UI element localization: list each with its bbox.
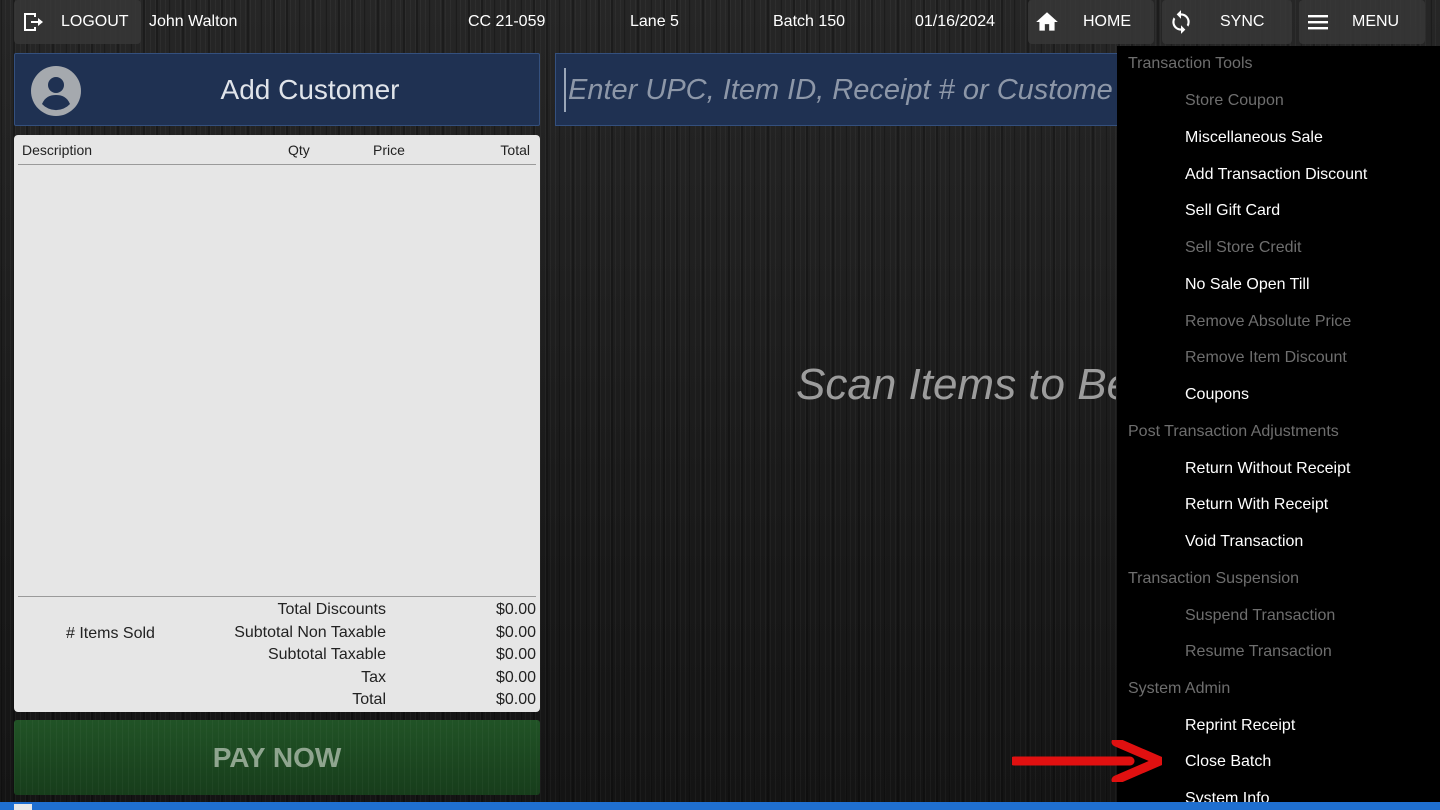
menu-item-store-coupon[interactable]: Store Coupon [1185, 92, 1284, 110]
items-sold-label: # Items Sold [66, 625, 155, 642]
menu-item-remove-item-discount[interactable]: Remove Item Discount [1185, 349, 1347, 367]
menu-dropdown: Transaction Tools Store Coupon Miscellan… [1117, 46, 1440, 810]
sync-icon [1168, 9, 1194, 35]
summary-label: Total [352, 691, 386, 708]
scan-items-message: Scan Items to Begin [796, 360, 1116, 409]
summary-label: Subtotal Non Taxable [234, 624, 386, 641]
menu-section-title: System Admin [1128, 680, 1231, 697]
home-button[interactable]: HOME [1028, 0, 1154, 44]
summary-value: $0.00 [495, 601, 536, 618]
menu-item-remove-absolute-price[interactable]: Remove Absolute Price [1185, 313, 1351, 331]
summary-value: $0.00 [495, 691, 536, 708]
column-qty: Qty [288, 142, 310, 158]
receipt-header: Description Qty Price Total [18, 135, 536, 165]
menu-item-return-with-receipt[interactable]: Return With Receipt [1185, 496, 1328, 514]
column-price: Price [373, 142, 405, 158]
home-icon [1034, 9, 1060, 35]
store-code: CC 21-059 [468, 13, 546, 30]
summary-label: Tax [361, 669, 386, 686]
lane-label: Lane 5 [630, 13, 679, 30]
receipt-panel: Description Qty Price Total # Items Sold… [14, 135, 540, 712]
summary-label: Subtotal Taxable [267, 646, 386, 663]
taskbar [0, 802, 1440, 810]
menu-item-resume-transaction[interactable]: Resume Transaction [1185, 643, 1332, 661]
taskbar-icon[interactable] [14, 804, 32, 810]
summary-label: Total Discounts [277, 601, 387, 618]
logout-label: LOGOUT [61, 13, 129, 30]
hamburger-icon [1306, 10, 1330, 34]
menu-item-void-transaction[interactable]: Void Transaction [1185, 533, 1303, 551]
search-input[interactable] [564, 68, 1113, 112]
avatar-icon [31, 66, 81, 116]
receipt-items-list[interactable] [14, 165, 540, 595]
menu-section-title: Transaction Suspension [1128, 570, 1300, 587]
menu-label: MENU [1352, 13, 1400, 30]
menu-item-sell-store-credit[interactable]: Sell Store Credit [1185, 239, 1302, 257]
menu-item-reprint-receipt[interactable]: Reprint Receipt [1185, 717, 1295, 735]
pay-now-label: PAY NOW [212, 742, 342, 773]
column-total: Total [500, 142, 530, 158]
summary-value: $0.00 [495, 669, 536, 686]
annotation-arrow-icon [1012, 740, 1162, 782]
home-label: HOME [1083, 13, 1131, 30]
summary-value: $0.00 [495, 624, 536, 641]
add-customer-button[interactable]: Add Customer [14, 53, 540, 126]
top-bar: LOGOUT John Walton CC 21-059 Lane 5 Batc… [0, 0, 1440, 46]
sync-button[interactable]: SYNC [1162, 0, 1292, 44]
menu-item-miscellaneous-sale[interactable]: Miscellaneous Sale [1185, 129, 1323, 147]
menu-item-sell-gift-card[interactable]: Sell Gift Card [1185, 202, 1280, 220]
menu-item-add-transaction-discount[interactable]: Add Transaction Discount [1185, 166, 1367, 184]
menu-item-suspend-transaction[interactable]: Suspend Transaction [1185, 607, 1335, 625]
menu-section-title: Post Transaction Adjustments [1128, 423, 1339, 440]
pay-now-button[interactable]: PAY NOW [14, 720, 540, 795]
receipt-summary: # Items Sold Total Discounts $0.00 Subto… [18, 596, 536, 713]
summary-value: $0.00 [495, 646, 536, 663]
menu-section-title: Transaction Tools [1128, 55, 1253, 72]
menu-button[interactable]: MENU [1299, 0, 1425, 44]
menu-item-no-sale-open-till[interactable]: No Sale Open Till [1185, 276, 1310, 294]
search-box [555, 53, 1125, 126]
batch-label: Batch 150 [773, 13, 846, 30]
logout-button[interactable]: LOGOUT [14, 0, 141, 44]
menu-item-coupons[interactable]: Coupons [1185, 386, 1249, 404]
logout-icon [21, 10, 45, 34]
user-name: John Walton [149, 13, 238, 30]
menu-item-return-without-receipt[interactable]: Return Without Receipt [1185, 460, 1350, 478]
column-description: Description [22, 142, 93, 158]
date-label: 01/16/2024 [915, 13, 996, 30]
menu-item-close-batch[interactable]: Close Batch [1185, 753, 1271, 771]
sync-label: SYNC [1220, 13, 1265, 30]
add-customer-label: Add Customer [220, 74, 400, 105]
